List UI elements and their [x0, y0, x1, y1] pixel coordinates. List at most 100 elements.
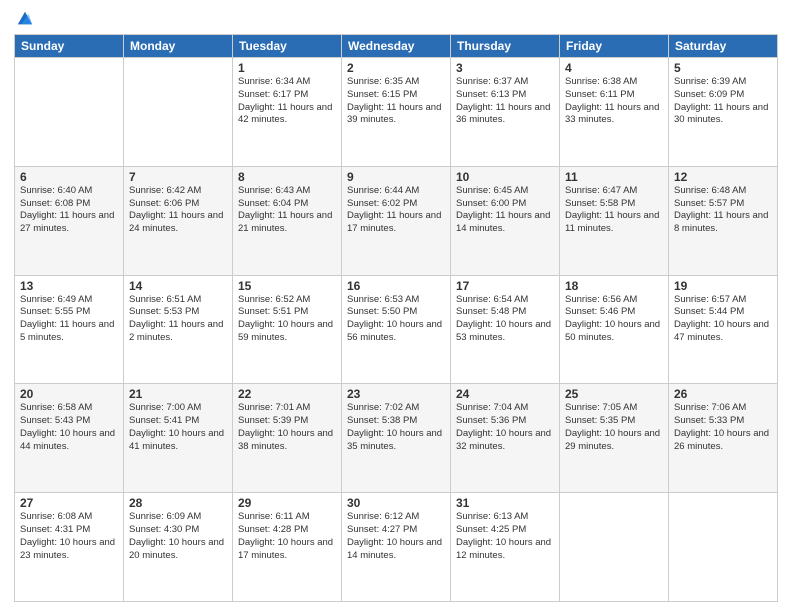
day-info-2: Sunrise: 6:35 AM Sunset: 6:15 PM Dayligh… [347, 76, 445, 127]
day-number-23: 23 [347, 387, 445, 401]
day-number-25: 25 [565, 387, 663, 401]
day-number-8: 8 [238, 170, 336, 184]
day-info-25: Sunrise: 7:05 AM Sunset: 5:35 PM Dayligh… [565, 402, 663, 453]
day-info-22: Sunrise: 7:01 AM Sunset: 5:39 PM Dayligh… [238, 402, 336, 453]
day-number-26: 26 [674, 387, 772, 401]
day-cell-17: 17Sunrise: 6:54 AM Sunset: 5:48 PM Dayli… [451, 275, 560, 384]
header [14, 10, 778, 28]
day-cell-5: 5Sunrise: 6:39 AM Sunset: 6:09 PM Daylig… [669, 58, 778, 167]
empty-cell [560, 493, 669, 602]
day-number-20: 20 [20, 387, 118, 401]
day-cell-28: 28Sunrise: 6:09 AM Sunset: 4:30 PM Dayli… [124, 493, 233, 602]
day-info-5: Sunrise: 6:39 AM Sunset: 6:09 PM Dayligh… [674, 76, 772, 127]
day-cell-11: 11Sunrise: 6:47 AM Sunset: 5:58 PM Dayli… [560, 166, 669, 275]
day-cell-20: 20Sunrise: 6:58 AM Sunset: 5:43 PM Dayli… [15, 384, 124, 493]
day-info-20: Sunrise: 6:58 AM Sunset: 5:43 PM Dayligh… [20, 402, 118, 453]
day-cell-22: 22Sunrise: 7:01 AM Sunset: 5:39 PM Dayli… [233, 384, 342, 493]
day-info-27: Sunrise: 6:08 AM Sunset: 4:31 PM Dayligh… [20, 511, 118, 562]
empty-cell [669, 493, 778, 602]
day-number-10: 10 [456, 170, 554, 184]
day-info-26: Sunrise: 7:06 AM Sunset: 5:33 PM Dayligh… [674, 402, 772, 453]
empty-cell [124, 58, 233, 167]
week-row-2: 6Sunrise: 6:40 AM Sunset: 6:08 PM Daylig… [15, 166, 778, 275]
day-cell-31: 31Sunrise: 6:13 AM Sunset: 4:25 PM Dayli… [451, 493, 560, 602]
day-cell-1: 1Sunrise: 6:34 AM Sunset: 6:17 PM Daylig… [233, 58, 342, 167]
day-number-21: 21 [129, 387, 227, 401]
day-cell-4: 4Sunrise: 6:38 AM Sunset: 6:11 PM Daylig… [560, 58, 669, 167]
day-info-3: Sunrise: 6:37 AM Sunset: 6:13 PM Dayligh… [456, 76, 554, 127]
day-number-24: 24 [456, 387, 554, 401]
day-info-15: Sunrise: 6:52 AM Sunset: 5:51 PM Dayligh… [238, 294, 336, 345]
day-cell-6: 6Sunrise: 6:40 AM Sunset: 6:08 PM Daylig… [15, 166, 124, 275]
logo-icon [16, 10, 34, 28]
col-header-thursday: Thursday [451, 35, 560, 58]
day-info-30: Sunrise: 6:12 AM Sunset: 4:27 PM Dayligh… [347, 511, 445, 562]
day-number-19: 19 [674, 279, 772, 293]
day-number-27: 27 [20, 496, 118, 510]
calendar-table: SundayMondayTuesdayWednesdayThursdayFrid… [14, 34, 778, 602]
day-info-1: Sunrise: 6:34 AM Sunset: 6:17 PM Dayligh… [238, 76, 336, 127]
day-number-14: 14 [129, 279, 227, 293]
day-cell-2: 2Sunrise: 6:35 AM Sunset: 6:15 PM Daylig… [342, 58, 451, 167]
day-number-18: 18 [565, 279, 663, 293]
week-row-3: 13Sunrise: 6:49 AM Sunset: 5:55 PM Dayli… [15, 275, 778, 384]
day-info-12: Sunrise: 6:48 AM Sunset: 5:57 PM Dayligh… [674, 185, 772, 236]
day-info-11: Sunrise: 6:47 AM Sunset: 5:58 PM Dayligh… [565, 185, 663, 236]
day-number-2: 2 [347, 61, 445, 75]
day-info-28: Sunrise: 6:09 AM Sunset: 4:30 PM Dayligh… [129, 511, 227, 562]
day-cell-25: 25Sunrise: 7:05 AM Sunset: 5:35 PM Dayli… [560, 384, 669, 493]
day-cell-29: 29Sunrise: 6:11 AM Sunset: 4:28 PM Dayli… [233, 493, 342, 602]
day-number-29: 29 [238, 496, 336, 510]
day-cell-23: 23Sunrise: 7:02 AM Sunset: 5:38 PM Dayli… [342, 384, 451, 493]
day-cell-21: 21Sunrise: 7:00 AM Sunset: 5:41 PM Dayli… [124, 384, 233, 493]
day-cell-19: 19Sunrise: 6:57 AM Sunset: 5:44 PM Dayli… [669, 275, 778, 384]
week-row-1: 1Sunrise: 6:34 AM Sunset: 6:17 PM Daylig… [15, 58, 778, 167]
day-info-21: Sunrise: 7:00 AM Sunset: 5:41 PM Dayligh… [129, 402, 227, 453]
day-cell-18: 18Sunrise: 6:56 AM Sunset: 5:46 PM Dayli… [560, 275, 669, 384]
day-info-7: Sunrise: 6:42 AM Sunset: 6:06 PM Dayligh… [129, 185, 227, 236]
day-number-4: 4 [565, 61, 663, 75]
day-info-8: Sunrise: 6:43 AM Sunset: 6:04 PM Dayligh… [238, 185, 336, 236]
day-cell-8: 8Sunrise: 6:43 AM Sunset: 6:04 PM Daylig… [233, 166, 342, 275]
day-number-28: 28 [129, 496, 227, 510]
day-cell-27: 27Sunrise: 6:08 AM Sunset: 4:31 PM Dayli… [15, 493, 124, 602]
day-cell-12: 12Sunrise: 6:48 AM Sunset: 5:57 PM Dayli… [669, 166, 778, 275]
day-number-30: 30 [347, 496, 445, 510]
col-header-monday: Monday [124, 35, 233, 58]
day-info-16: Sunrise: 6:53 AM Sunset: 5:50 PM Dayligh… [347, 294, 445, 345]
empty-cell [15, 58, 124, 167]
day-number-7: 7 [129, 170, 227, 184]
day-number-6: 6 [20, 170, 118, 184]
day-info-14: Sunrise: 6:51 AM Sunset: 5:53 PM Dayligh… [129, 294, 227, 345]
day-info-29: Sunrise: 6:11 AM Sunset: 4:28 PM Dayligh… [238, 511, 336, 562]
day-cell-9: 9Sunrise: 6:44 AM Sunset: 6:02 PM Daylig… [342, 166, 451, 275]
week-row-5: 27Sunrise: 6:08 AM Sunset: 4:31 PM Dayli… [15, 493, 778, 602]
day-number-22: 22 [238, 387, 336, 401]
day-cell-15: 15Sunrise: 6:52 AM Sunset: 5:51 PM Dayli… [233, 275, 342, 384]
day-number-15: 15 [238, 279, 336, 293]
day-number-3: 3 [456, 61, 554, 75]
day-info-19: Sunrise: 6:57 AM Sunset: 5:44 PM Dayligh… [674, 294, 772, 345]
col-header-tuesday: Tuesday [233, 35, 342, 58]
day-info-9: Sunrise: 6:44 AM Sunset: 6:02 PM Dayligh… [347, 185, 445, 236]
day-cell-24: 24Sunrise: 7:04 AM Sunset: 5:36 PM Dayli… [451, 384, 560, 493]
page: SundayMondayTuesdayWednesdayThursdayFrid… [0, 0, 792, 612]
day-number-5: 5 [674, 61, 772, 75]
day-cell-10: 10Sunrise: 6:45 AM Sunset: 6:00 PM Dayli… [451, 166, 560, 275]
day-number-9: 9 [347, 170, 445, 184]
day-number-16: 16 [347, 279, 445, 293]
col-header-wednesday: Wednesday [342, 35, 451, 58]
logo [14, 10, 34, 28]
day-info-6: Sunrise: 6:40 AM Sunset: 6:08 PM Dayligh… [20, 185, 118, 236]
day-cell-30: 30Sunrise: 6:12 AM Sunset: 4:27 PM Dayli… [342, 493, 451, 602]
day-info-4: Sunrise: 6:38 AM Sunset: 6:11 PM Dayligh… [565, 76, 663, 127]
day-info-13: Sunrise: 6:49 AM Sunset: 5:55 PM Dayligh… [20, 294, 118, 345]
day-info-24: Sunrise: 7:04 AM Sunset: 5:36 PM Dayligh… [456, 402, 554, 453]
day-info-10: Sunrise: 6:45 AM Sunset: 6:00 PM Dayligh… [456, 185, 554, 236]
day-cell-13: 13Sunrise: 6:49 AM Sunset: 5:55 PM Dayli… [15, 275, 124, 384]
col-header-sunday: Sunday [15, 35, 124, 58]
col-header-saturday: Saturday [669, 35, 778, 58]
day-number-12: 12 [674, 170, 772, 184]
day-number-13: 13 [20, 279, 118, 293]
day-cell-16: 16Sunrise: 6:53 AM Sunset: 5:50 PM Dayli… [342, 275, 451, 384]
